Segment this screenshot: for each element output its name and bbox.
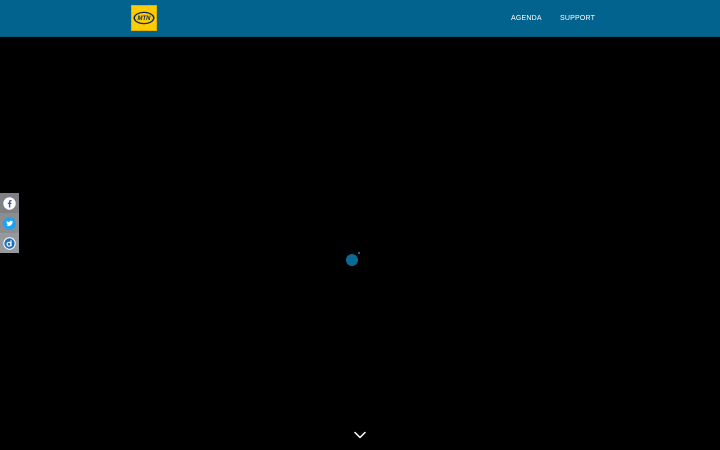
svg-text:MTN: MTN — [138, 16, 152, 22]
mtn-logo-icon: MTN — [133, 11, 155, 25]
loading-spinner — [346, 254, 358, 266]
social-share-bar — [0, 193, 19, 253]
twitter-icon — [3, 216, 16, 230]
mtn-logo[interactable]: MTN — [131, 5, 157, 31]
loading-spinner-dot — [358, 252, 360, 254]
page: MTN AGENDA SUPPORT — [0, 0, 720, 450]
nav-agenda-link[interactable]: AGENDA — [511, 0, 542, 36]
nav-support-label: SUPPORT — [560, 14, 596, 22]
chevron-down-icon — [354, 431, 366, 439]
twitter-share-button[interactable] — [0, 213, 19, 233]
nav-support-link[interactable]: SUPPORT — [560, 0, 595, 36]
nav-agenda-label: AGENDA — [511, 14, 542, 22]
digg-share-button[interactable] — [0, 233, 19, 253]
facebook-icon — [3, 196, 16, 210]
top-navigation-bar: MTN AGENDA SUPPORT — [0, 0, 720, 37]
digg-icon — [3, 236, 16, 250]
scroll-down-button[interactable] — [353, 430, 367, 440]
facebook-share-button[interactable] — [0, 193, 19, 213]
